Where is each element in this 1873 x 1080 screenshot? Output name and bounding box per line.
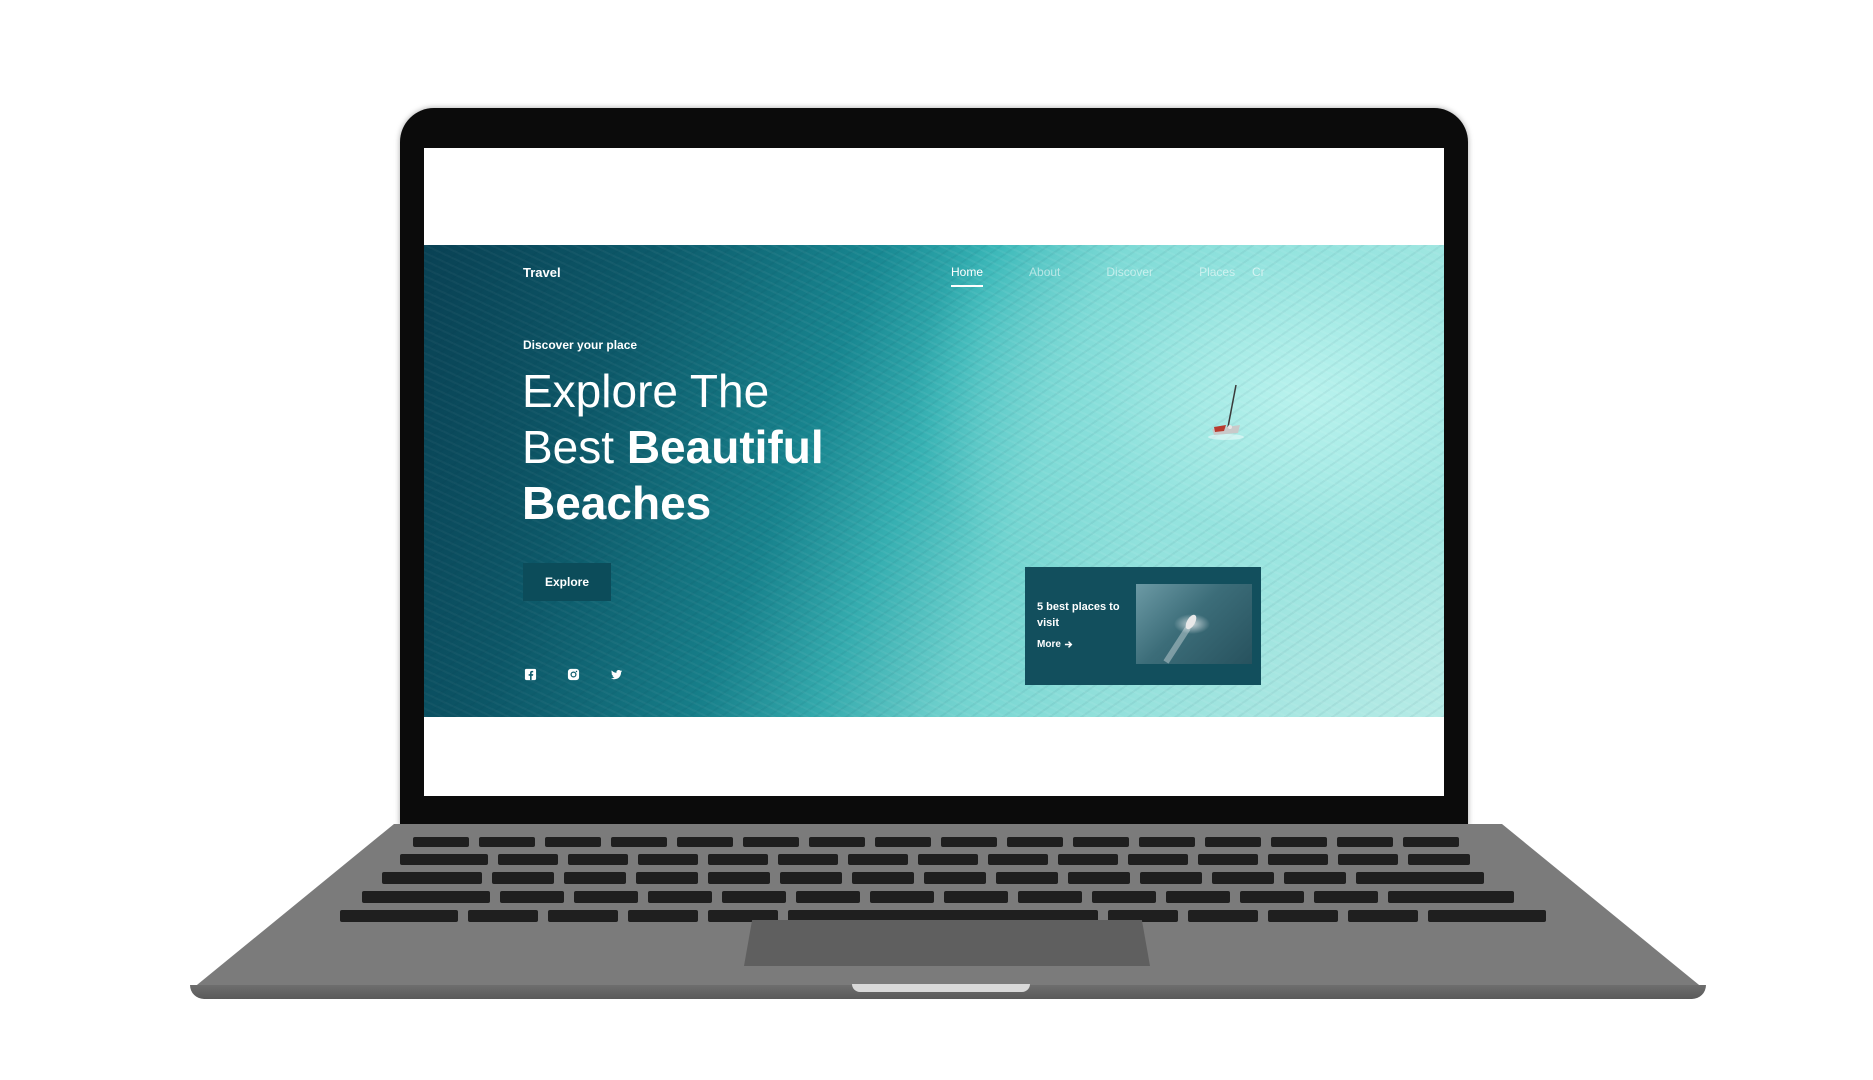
- keyboard: [340, 837, 1546, 922]
- headline-line-2-light: Best: [522, 421, 627, 473]
- headline-line-3: Beaches: [522, 477, 712, 529]
- explore-button[interactable]: Explore: [523, 563, 611, 601]
- instagram-icon[interactable]: [567, 668, 580, 681]
- nav-home[interactable]: Home: [951, 265, 984, 287]
- card-title: 5 best places to visit: [1037, 601, 1120, 629]
- nav-discover[interactable]: Discover: [1106, 265, 1153, 279]
- card-image: [1136, 584, 1252, 664]
- social-links: [524, 668, 623, 681]
- key-row-1: [413, 837, 1459, 847]
- laptop-notch: [852, 984, 1030, 992]
- hero-headline: Explore The Best Beautiful Beaches: [522, 363, 942, 531]
- card-more-link[interactable]: More: [1037, 639, 1073, 650]
- card-more-label: More: [1037, 639, 1061, 650]
- arrow-right-icon: [1064, 641, 1073, 648]
- nav-links: Home About Discover Places: [951, 265, 1281, 287]
- site-logo[interactable]: Travel: [523, 265, 561, 280]
- twitter-icon[interactable]: [610, 668, 623, 681]
- nav-extra[interactable]: Cr: [1252, 265, 1265, 279]
- sailboat-image: [1208, 384, 1244, 440]
- headline-line-1: Explore The: [522, 365, 770, 417]
- facebook-icon[interactable]: [524, 668, 537, 681]
- featured-card[interactable]: 5 best places to visit More: [1025, 567, 1261, 685]
- laptop-mockup: Travel Home About Discover Places Cr Dis…: [0, 0, 1873, 1080]
- headline-line-2-bold: Beautiful: [626, 421, 824, 473]
- nav-places[interactable]: Places: [1199, 265, 1235, 279]
- speedboat-icon: [1163, 614, 1197, 664]
- nav-about[interactable]: About: [1029, 265, 1060, 279]
- trackpad: [744, 920, 1150, 966]
- top-nav: Travel Home About Discover Places Cr: [424, 245, 1444, 305]
- hero-eyebrow: Discover your place: [523, 338, 638, 352]
